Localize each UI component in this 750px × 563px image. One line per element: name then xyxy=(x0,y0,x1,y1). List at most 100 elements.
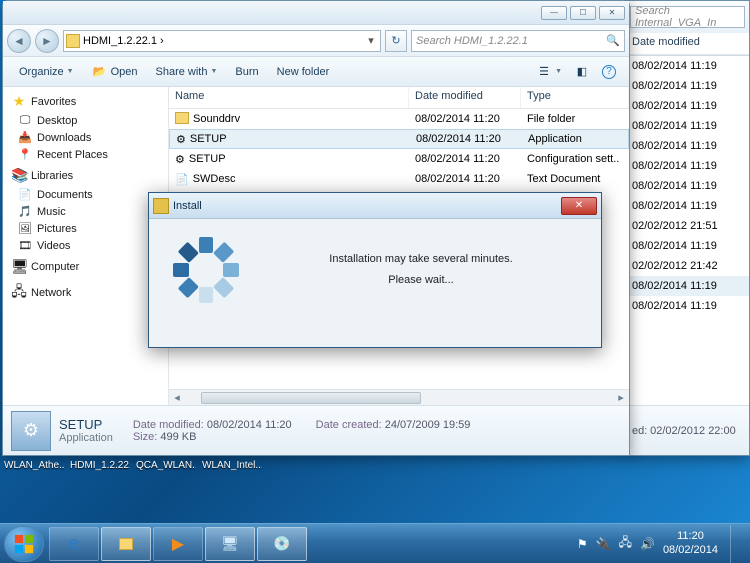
column-headers[interactable]: Name Date modified Type xyxy=(169,87,629,109)
dialog-message-line1: Installation may take several minutes. xyxy=(265,249,577,270)
open-button[interactable]: 📂Open xyxy=(84,61,146,83)
taskbar-installer[interactable]: 💿 xyxy=(257,527,307,561)
preview-pane-button[interactable]: ◧ xyxy=(569,61,595,83)
tree-computer[interactable]: 🖥Computer xyxy=(3,256,168,277)
taskbar-ie[interactable]: e xyxy=(49,527,99,561)
desktop-icon[interactable]: QCA_WLAN... xyxy=(136,460,196,471)
scroll-left-icon[interactable]: ◂ xyxy=(169,391,185,404)
wmp-icon: ▶ xyxy=(172,534,184,554)
share-menu[interactable]: Share with▼ xyxy=(148,63,226,81)
nav-row: ◄ ► HDMI_1.2.22.1 › ▾ ↻ Search HDMI_1.2.… xyxy=(3,25,629,57)
folder-icon xyxy=(175,112,189,127)
details-type: Application xyxy=(59,432,113,444)
forward-button[interactable]: ► xyxy=(35,29,59,53)
txt-icon: 📄 xyxy=(175,173,189,186)
flag-icon[interactable]: ⚑ xyxy=(577,537,588,551)
tree-item-documents[interactable]: 📄Documents xyxy=(3,186,168,203)
clock[interactable]: 11:2008/02/2014 xyxy=(663,530,718,558)
file-row[interactable]: 08/02/2014 11:19 xyxy=(626,76,749,96)
organize-menu[interactable]: Organize▼ xyxy=(11,63,82,81)
taskbar-wmp[interactable]: ▶ xyxy=(153,527,203,561)
desktop-icon[interactable]: WLAN_Intel... xyxy=(202,460,262,471)
scrollbar-thumb[interactable] xyxy=(201,392,421,404)
search-input-secondary[interactable]: Search Internal_VGA_In xyxy=(630,6,745,28)
file-row[interactable]: 08/02/2014 11:19 xyxy=(626,236,749,256)
tree-favorites[interactable]: ★Favorites xyxy=(3,91,168,112)
ie-icon: e xyxy=(69,533,79,554)
file-row[interactable]: 08/02/2014 11:19 xyxy=(626,136,749,156)
start-button[interactable] xyxy=(4,526,44,562)
file-row[interactable]: 02/02/2012 21:42 xyxy=(626,256,749,276)
desktop-icon[interactable]: WLAN_Athe... xyxy=(4,460,64,471)
column-header-date[interactable]: Date modified xyxy=(626,33,749,55)
tree-item-recent-places[interactable]: 📍Recent Places xyxy=(3,146,168,163)
file-row[interactable]: 08/02/2014 11:19 xyxy=(626,276,749,296)
details-name: SETUP xyxy=(59,417,113,432)
chevron-down-icon[interactable]: ▾ xyxy=(364,34,378,47)
cfg-icon: ⚙ xyxy=(175,153,185,166)
taskbar-explorer[interactable] xyxy=(101,527,151,561)
file-row[interactable]: 08/02/2014 11:19 xyxy=(626,196,749,216)
column-date[interactable]: Date modified xyxy=(409,87,521,108)
search-icon: 🔍 xyxy=(606,34,620,47)
dialog-close-button[interactable]: ✕ xyxy=(561,197,597,215)
taskbar[interactable]: e ▶ 🖥 💿 ⚑ 🔌 🖧 🔊 11:2008/02/2014 xyxy=(0,523,750,563)
back-button[interactable]: ◄ xyxy=(7,29,31,53)
spinner-icon xyxy=(173,237,239,303)
file-row[interactable]: ⚙SETUP 08/02/2014 11:20Configuration set… xyxy=(169,149,629,169)
column-name[interactable]: Name xyxy=(169,87,409,108)
navigation-tree[interactable]: ★Favorites 🖵Desktop📥Downloads📍Recent Pla… xyxy=(3,87,169,405)
computer-icon: 🖥 xyxy=(11,258,27,275)
file-row[interactable]: 08/02/2014 11:19 xyxy=(626,116,749,136)
horizontal-scrollbar[interactable]: ◂ ▸ xyxy=(169,389,629,405)
search-input[interactable]: Search HDMI_1.2.22.1🔍 xyxy=(411,30,625,52)
file-row[interactable]: 08/02/2014 11:19 xyxy=(626,296,749,316)
tree-item-music[interactable]: 🎵Music xyxy=(3,203,168,220)
close-button[interactable]: ✕ xyxy=(599,6,625,20)
tree-item-pictures[interactable]: 🖼Pictures xyxy=(3,220,168,237)
tree-libraries[interactable]: 📚Libraries xyxy=(3,165,168,186)
new-folder-button[interactable]: New folder xyxy=(269,63,338,81)
install-dialog: Install ✕ Installation may take several … xyxy=(148,192,602,348)
folder-icon xyxy=(119,538,133,550)
open-icon: 📂 xyxy=(92,64,108,80)
volume-icon[interactable]: 🔊 xyxy=(640,537,655,551)
file-row[interactable]: 02/02/2012 21:51 xyxy=(626,216,749,236)
preview-pane-icon: ◧ xyxy=(574,64,590,80)
dialog-message-line2: Please wait... xyxy=(265,270,577,291)
star-icon: ★ xyxy=(11,93,27,110)
libraries-icon: 📚 xyxy=(11,167,27,184)
file-row[interactable]: Sounddrv 08/02/2014 11:20File folder xyxy=(169,109,629,129)
view-menu[interactable]: ☰▼ xyxy=(531,61,567,83)
minimize-button[interactable]: — xyxy=(541,6,567,20)
installer-icon xyxy=(153,198,169,214)
maximize-button[interactable]: ☐ xyxy=(570,6,596,20)
help-button[interactable]: ? xyxy=(597,62,621,82)
file-row[interactable]: 08/02/2014 11:19 xyxy=(626,96,749,116)
network-icon: 🖧 xyxy=(11,281,27,305)
taskbar-app1[interactable]: 🖥 xyxy=(205,527,255,561)
file-row[interactable]: ⚙SETUP 08/02/2014 11:20Application xyxy=(169,129,629,149)
burn-button[interactable]: Burn xyxy=(227,63,266,81)
windows-logo-icon xyxy=(13,533,35,555)
network-tray-icon[interactable]: 🖧 xyxy=(619,533,632,554)
power-icon[interactable]: 🔌 xyxy=(596,537,611,551)
file-row[interactable]: 08/02/2014 11:19 xyxy=(626,176,749,196)
file-row[interactable]: 08/02/2014 11:19 xyxy=(626,156,749,176)
tree-network[interactable]: 🖧Network xyxy=(3,279,168,307)
show-desktop-button[interactable] xyxy=(730,525,740,563)
file-row[interactable]: 08/02/2014 11:19 xyxy=(626,56,749,76)
explorer-window-secondary: Search Internal_VGA_In Date modified 08/… xyxy=(626,0,750,456)
system-tray[interactable]: ⚑ 🔌 🖧 🔊 11:2008/02/2014 xyxy=(571,525,746,563)
file-row[interactable]: 📄SWDesc 08/02/2014 11:20Text Document xyxy=(169,169,629,189)
desktop-icons: WLAN_Athe... HDMI_1.2.22.1 QCA_WLAN... WLAN… xyxy=(4,460,262,471)
scroll-right-icon[interactable]: ▸ xyxy=(613,391,629,404)
tree-item-videos[interactable]: 🎞Videos xyxy=(3,237,168,254)
address-text: HDMI_1.2.22.1 › xyxy=(83,35,361,47)
address-bar[interactable]: HDMI_1.2.22.1 › ▾ xyxy=(63,30,381,52)
tree-item-desktop[interactable]: 🖵Desktop xyxy=(3,112,168,129)
refresh-button[interactable]: ↻ xyxy=(385,30,407,52)
desktop-icon[interactable]: HDMI_1.2.22.1 xyxy=(70,460,130,471)
tree-item-downloads[interactable]: 📥Downloads xyxy=(3,129,168,146)
column-type[interactable]: Type xyxy=(521,87,629,108)
